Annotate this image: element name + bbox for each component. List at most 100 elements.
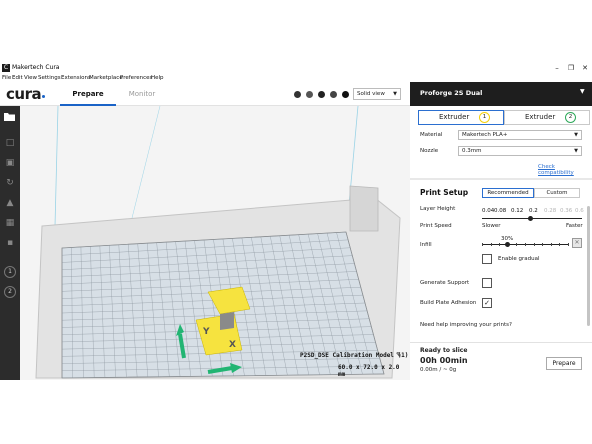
close-icon[interactable]: ✕ [578,62,592,74]
help-improve-prints-link[interactable]: Need help improving your prints? [420,322,512,328]
extruder-2-badge: 2 [565,112,576,123]
chevron-down-icon: ▼ [580,88,585,95]
extruder-1-badge: 1 [479,112,490,123]
extruder-tab-label: Extruder [439,113,470,121]
extruder-1-button[interactable]: 1 [4,266,16,278]
recommended-mode-button[interactable]: Recommended [482,188,534,198]
maximize-icon[interactable]: ❐ [564,62,578,74]
rotate-icon[interactable]: ↻ [3,176,17,190]
material-usage: 0.00m / ~ 0g [420,367,457,373]
layer-height-label: Layer Height [420,206,456,212]
infill-pattern-icon: ✕ [572,238,582,248]
machine-name: Proforge 2S Dual [420,89,483,97]
infill-slider-tick [542,243,544,246]
layer-height-option[interactable]: 0.08 [494,208,506,214]
infill-label: Infill [420,242,432,248]
view-mode-value: Solid view [357,91,385,97]
print-speed-min-label: Slower [482,223,501,229]
custom-mode-button[interactable]: Custom [534,188,580,198]
extruder-tab-1[interactable]: Extruder 1 [418,110,504,125]
print-speed-label: Print Speed [420,223,452,229]
extruder-2-button[interactable]: 2 [4,286,16,298]
stage-header: cura Prepare Monitor Solid view ▼ [0,82,410,106]
print-setup-title: Print Setup [420,188,469,197]
section-divider [410,178,592,180]
view-top-icon[interactable] [318,91,325,98]
layer-height-option[interactable]: 0.04 [482,208,494,214]
menu-marketplace[interactable]: Marketplace [89,74,123,82]
layer-height-option[interactable]: 0.28 [544,208,556,214]
view-mode-select[interactable]: Solid view ▼ [353,88,401,100]
layer-height-option[interactable]: 0.36 [560,208,572,214]
model-x-letter: X [229,340,236,350]
settings-scrollbar[interactable] [587,206,590,326]
cura-logo: cura [6,85,42,103]
mirror-icon[interactable]: ▲ [3,196,17,210]
menu-extensions[interactable]: Extensions [61,74,91,82]
layer-height-option[interactable]: 0.12 [511,208,523,214]
slice-panel: Ready to slice 00h 00min 0.00m / ~ 0g Pr… [410,342,592,374]
extruder-tab-label: Extruder [525,113,556,121]
machine-selector[interactable]: Proforge 2S Dual ▼ [410,82,592,106]
tab-prepare[interactable]: Prepare [60,89,116,99]
nozzle-select[interactable]: 0.3mm ▼ [458,146,582,156]
menu-preferences[interactable]: Preferences [120,74,152,82]
menu-settings[interactable]: Settings [38,74,61,82]
infill-slider-tick [550,243,552,246]
cura-window: C Makertech Cura – ❐ ✕ File Edit View Se… [0,62,592,380]
view-right-icon[interactable] [342,91,349,98]
object-dimensions: 60.0 x 72.0 x 2.0 mm [338,364,400,378]
menu-help[interactable]: Help [151,74,164,82]
infill-slider-tick [568,243,569,246]
generate-support-checkbox[interactable] [482,278,492,288]
menu-edit[interactable]: Edit [12,74,23,82]
app-icon: C [2,64,10,72]
material-select[interactable]: Makertech PLA+ ▼ [458,130,582,140]
generate-support-label: Generate Support [420,280,470,286]
left-toolbar: □ ▣ ↻ ▲ ▦ ▪ 1 2 [0,106,20,380]
tab-monitor[interactable]: Monitor [116,89,168,99]
infill-slider-tick [559,243,561,246]
edit-pencil-icon[interactable]: ✎ [396,351,402,359]
model-y-letter: Y [202,327,210,337]
extruder-tab-2[interactable]: Extruder 2 [504,110,590,125]
calibration-model-gray-block [220,312,234,330]
ready-to-slice-title: Ready to slice [420,347,468,354]
window-title: Makertech Cura [12,64,60,71]
move-icon[interactable]: □ [3,136,17,150]
open-file-icon[interactable] [3,110,17,124]
3d-viewport[interactable]: Y X P2SD_DSE Calibration Model (1) ✎ 60.… [20,106,410,380]
prepare-button[interactable]: Prepare [546,357,582,370]
minimize-icon[interactable]: – [550,62,564,74]
printer-gantry [349,185,379,232]
object-name: P2SD_DSE Calibration Model (1) [300,352,409,359]
view-left-icon[interactable] [330,91,337,98]
layer-height-option-selected[interactable]: 0.2 [529,208,538,214]
scale-icon[interactable]: ▣ [3,156,17,170]
enable-gradual-label: Enable gradual [498,256,540,262]
infill-slider-tick [516,243,518,246]
infill-slider-tick [533,243,535,246]
title-bar: C Makertech Cura – ❐ ✕ [0,62,592,74]
build-plate-adhesion-label: Build Plate Adhesion [420,300,477,306]
infill-slider-handle[interactable] [505,242,511,247]
check-compatibility-link[interactable]: Check compatibility [538,164,592,176]
layer-height-option[interactable]: 0.6 [575,208,584,214]
build-volume-scene: Y X [35,106,401,379]
menu-view[interactable]: View [24,74,37,82]
view-3d-icon[interactable] [294,91,301,98]
enable-gradual-checkbox[interactable] [482,254,492,264]
infill-slider-tick [525,243,526,246]
infill-slider-tick [499,243,501,246]
view-front-icon[interactable] [306,91,313,98]
support-blocker-icon[interactable]: ▪ [3,236,17,250]
nozzle-label: Nozzle [420,148,439,154]
settings-panel: Proforge 2S Dual ▼ Extruder 1 Extruder 2… [410,82,592,380]
menu-file[interactable]: File [2,74,11,82]
chevron-down-icon: ▼ [574,132,578,138]
build-plate-adhesion-checkbox[interactable]: ✓ [482,298,492,308]
per-model-settings-icon[interactable]: ▦ [3,216,17,230]
print-speed-slider-handle[interactable] [528,216,533,221]
logo-dot [42,95,45,98]
material-value: Makertech PLA+ [462,132,508,138]
